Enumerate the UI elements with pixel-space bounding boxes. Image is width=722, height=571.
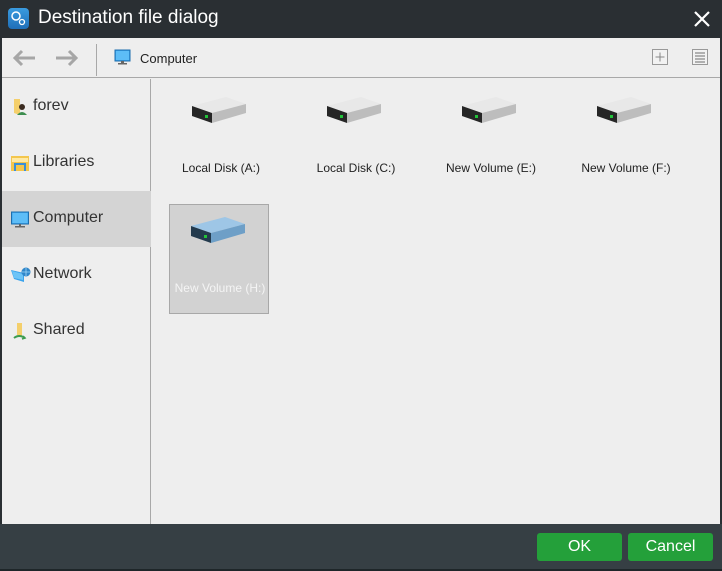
breadcrumb[interactable]: Computer — [140, 51, 197, 66]
ok-button[interactable]: OK — [537, 533, 622, 561]
sidebar-item-label: Computer — [33, 209, 104, 226]
arrow-left-icon — [12, 49, 35, 67]
sidebar-item-label: Libraries — [33, 153, 95, 170]
arrow-right-icon — [56, 49, 79, 67]
sidebar-item-network[interactable]: Network — [2, 247, 151, 303]
drive-item-c[interactable]: Local Disk (C:) — [305, 84, 405, 194]
sidebar-item-label: Shared — [33, 321, 85, 338]
sidebar-item-shared[interactable]: Shared — [2, 303, 151, 359]
window-title: Destination file dialog — [38, 7, 219, 28]
dialog-body: Computer forev Libraries Computer Networ… — [2, 38, 720, 524]
toolbar-divider — [96, 44, 97, 76]
drive-label: New Volume (H:) — [174, 281, 266, 295]
drive-item-a[interactable]: Local Disk (A:) — [170, 84, 270, 194]
sidebar-item-label: Network — [33, 265, 92, 282]
drive-label: New Volume (E:) — [445, 161, 537, 175]
drive-item-f[interactable]: New Volume (F:) — [575, 84, 675, 194]
network-icon — [11, 265, 31, 285]
hard-drive-icon — [462, 97, 516, 123]
user-folder-icon — [11, 97, 29, 117]
shared-folder-icon — [11, 321, 29, 341]
sidebar-item-libraries[interactable]: Libraries — [2, 135, 151, 191]
computer-icon — [11, 209, 29, 229]
sidebar-item-label: forev — [33, 97, 69, 114]
hard-drive-icon — [191, 217, 245, 243]
gears-icon — [8, 8, 29, 29]
view-mode-button[interactable] — [691, 48, 709, 66]
drive-label: Local Disk (A:) — [181, 161, 261, 175]
toolbar: Computer — [2, 38, 720, 78]
plus-box-icon — [652, 49, 668, 65]
sidebar: forev Libraries Computer Network Shared — [2, 79, 151, 524]
drive-label: New Volume (F:) — [581, 161, 671, 175]
title-bar: Destination file dialog — [0, 0, 722, 38]
hard-drive-icon — [327, 97, 381, 123]
hard-drive-icon — [597, 97, 651, 123]
back-button[interactable] — [11, 48, 37, 68]
drive-item-h[interactable]: New Volume (H:) — [169, 204, 269, 314]
close-button[interactable] — [690, 7, 714, 31]
footer-bar: OK Cancel — [0, 524, 722, 571]
libraries-icon — [11, 153, 29, 173]
computer-icon — [114, 49, 131, 66]
sidebar-item-computer[interactable]: Computer — [2, 191, 151, 247]
close-icon — [694, 11, 710, 27]
forward-button[interactable] — [54, 48, 80, 68]
drive-label: Local Disk (C:) — [316, 161, 396, 175]
new-folder-button[interactable] — [651, 48, 669, 66]
cancel-button[interactable]: Cancel — [628, 533, 713, 561]
list-view-icon — [692, 49, 708, 65]
drive-list: Local Disk (A:) Local Disk (C:) New Volu… — [152, 79, 720, 524]
hard-drive-icon — [192, 97, 246, 123]
sidebar-item-forev[interactable]: forev — [2, 79, 151, 135]
drive-item-e[interactable]: New Volume (E:) — [440, 84, 540, 194]
